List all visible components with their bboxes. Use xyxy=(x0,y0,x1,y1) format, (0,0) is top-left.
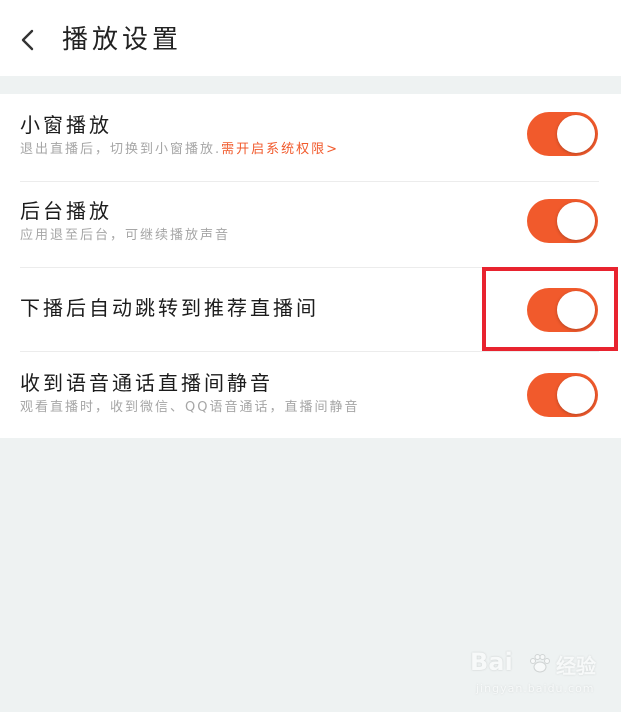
setting-subtitle: 观看直播时，收到微信、QQ语音通话，直播间静音 xyxy=(20,400,360,415)
toggle-knob xyxy=(557,202,595,240)
header-bar: 播放设置 xyxy=(0,0,621,76)
setting-title: 小窗播放 xyxy=(20,113,112,137)
chevron-left-icon[interactable] xyxy=(14,26,40,54)
mini-window-toggle[interactable] xyxy=(527,112,598,156)
setting-title: 收到语音通话直播间静音 xyxy=(20,371,273,395)
setting-title: 后台播放 xyxy=(20,199,112,223)
setting-row-mini-window[interactable]: 小窗播放 退出直播后，切换到小窗播放.需开启系统权限> xyxy=(0,94,621,182)
watermark-suffix: 经验 xyxy=(556,654,596,678)
toggle-knob xyxy=(557,376,595,414)
watermark-logo: Bai xyxy=(470,648,513,676)
toggle-knob xyxy=(557,115,595,153)
call-mute-toggle[interactable] xyxy=(527,373,598,417)
setting-subtitle: 应用退至后台，可继续播放声音 xyxy=(20,228,231,243)
settings-list: 小窗播放 退出直播后，切换到小窗播放.需开启系统权限> 后台播放 应用退至后台，… xyxy=(0,94,621,438)
highlight-box xyxy=(482,267,618,351)
setting-row-background-play[interactable]: 后台播放 应用退至后台，可继续播放声音 xyxy=(0,182,621,268)
setting-subtitle-text: 退出直播后，切换到小窗播放. xyxy=(20,142,222,157)
paw-icon xyxy=(530,654,550,673)
page-title: 播放设置 xyxy=(62,25,183,55)
setting-subtitle: 退出直播后，切换到小窗播放.需开启系统权限> xyxy=(20,141,339,159)
baidu-jingyan-watermark: Bai 经验 jingyan.baidu.com xyxy=(470,648,610,704)
setting-title: 下播后自动跳转到推荐直播间 xyxy=(20,296,319,320)
watermark-url: jingyan.baidu.com xyxy=(476,682,595,695)
permission-link[interactable]: 需开启系统权限> xyxy=(221,142,339,157)
background-play-toggle[interactable] xyxy=(527,199,598,243)
setting-row-call-mute[interactable]: 收到语音通话直播间静音 观看直播时，收到微信、QQ语音通话，直播间静音 xyxy=(0,352,621,438)
